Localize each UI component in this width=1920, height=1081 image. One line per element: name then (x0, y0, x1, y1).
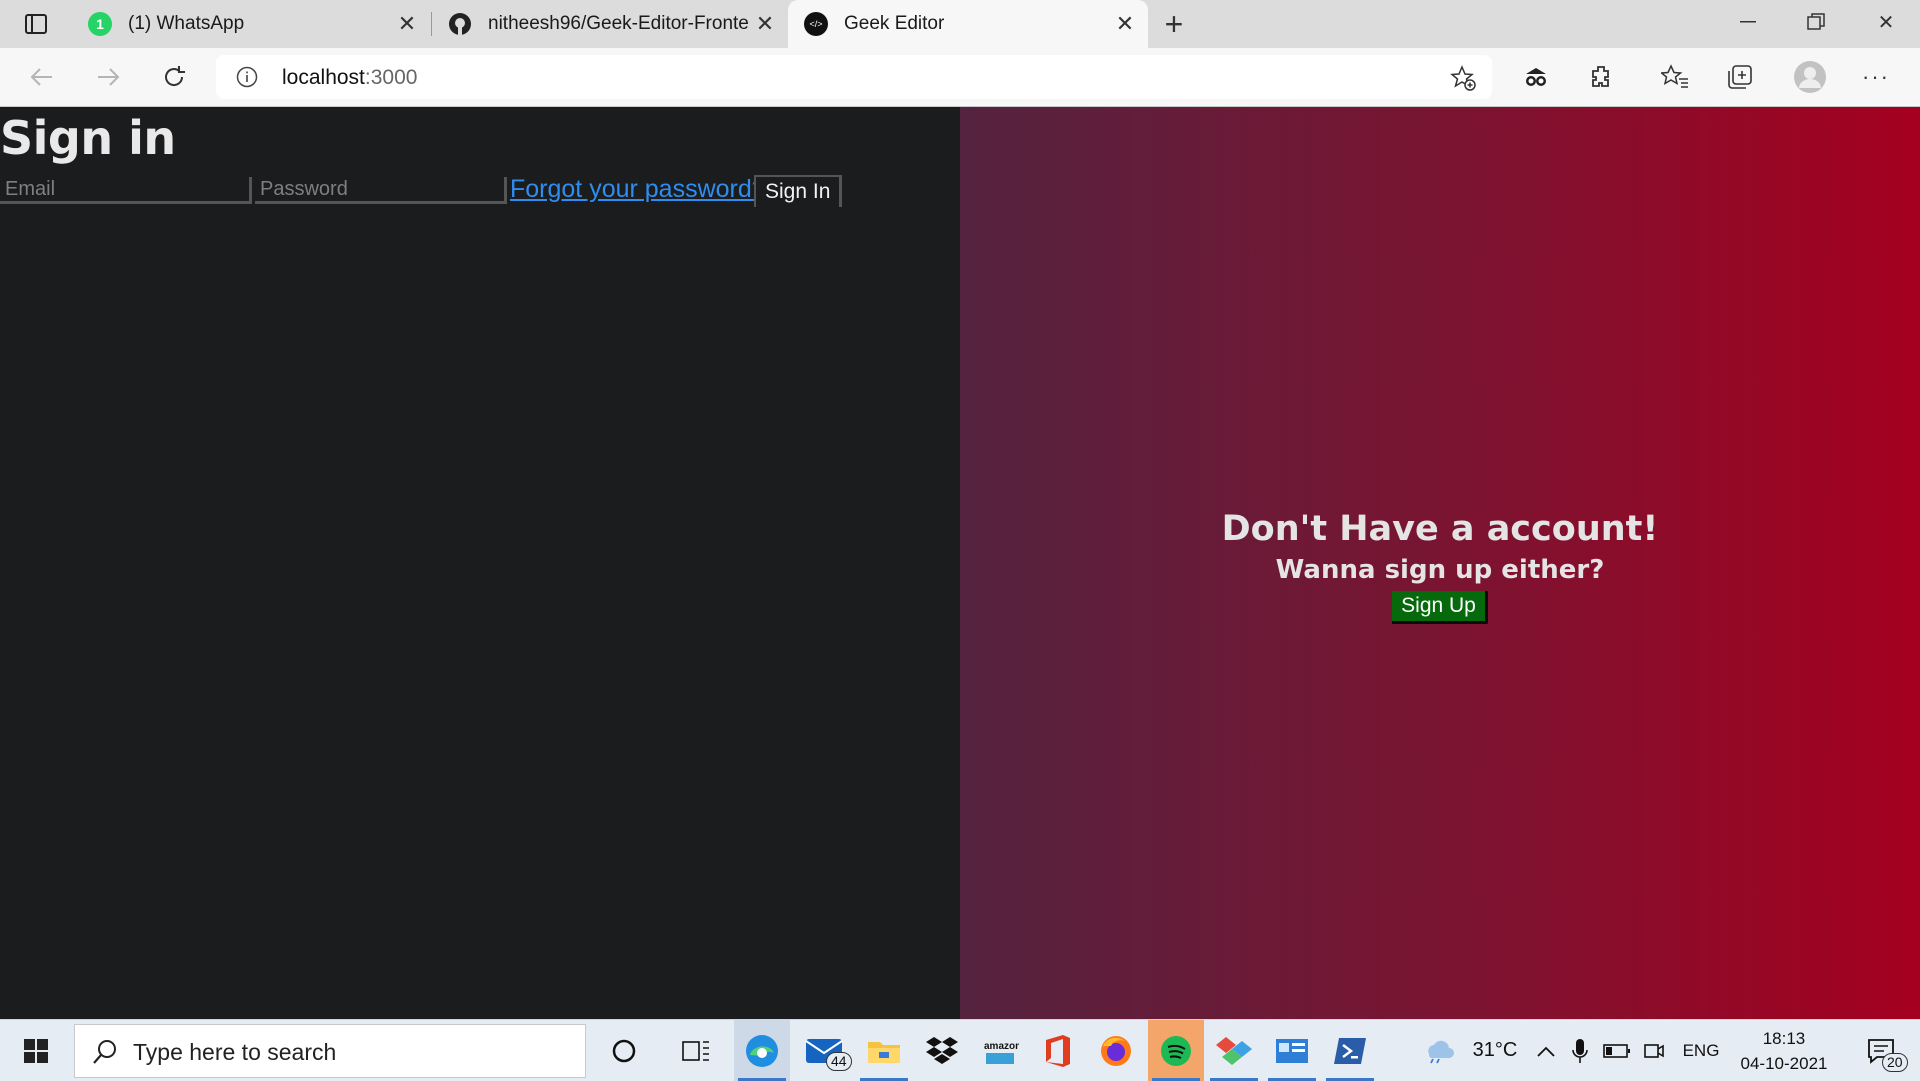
tab-whatsapp[interactable]: 1 (1) WhatsApp ✕ (72, 0, 430, 48)
add-favorite-icon[interactable] (1450, 65, 1476, 91)
more-options-icon[interactable]: ··· (1860, 61, 1892, 93)
weather-temperature[interactable]: 31°C (1462, 1020, 1528, 1081)
url-host: localhost (282, 66, 365, 89)
url-port: :3000 (364, 66, 418, 89)
battery-icon[interactable] (1600, 1020, 1634, 1081)
control-panel-icon[interactable] (1264, 1020, 1320, 1081)
password-field[interactable] (255, 177, 507, 204)
back-icon[interactable] (24, 59, 60, 95)
tray-overflow-chevron-icon[interactable] (1532, 1020, 1560, 1081)
spotify-icon[interactable] (1148, 1020, 1204, 1081)
close-window-icon[interactable]: ✕ (1858, 0, 1914, 44)
signin-button[interactable]: Sign In (754, 175, 843, 207)
weather-icon[interactable] (1418, 1020, 1458, 1081)
close-tab-icon[interactable]: ✕ (750, 9, 780, 39)
profile-avatar-icon[interactable] (1792, 59, 1828, 95)
close-tab-icon[interactable]: ✕ (1110, 9, 1140, 39)
clock[interactable]: 18:13 04-10-2021 (1736, 1026, 1832, 1076)
page-content: Sign in Forgot your password? Sign In Do… (0, 107, 1920, 1019)
signup-panel: Don't Have a account! Wanna sign up eith… (960, 107, 1920, 1019)
new-tab-icon[interactable]: + (1158, 8, 1190, 41)
signup-cta: Don't Have a account! Wanna sign up eith… (960, 509, 1920, 624)
dropbox-icon[interactable] (914, 1020, 970, 1081)
clock-date: 04-10-2021 (1740, 1054, 1828, 1073)
signup-heading: Don't Have a account! (1221, 509, 1659, 549)
address-bar[interactable]: localhost:3000 (216, 55, 1492, 99)
task-view-icon[interactable] (668, 1020, 724, 1081)
site-info-icon[interactable] (236, 66, 258, 88)
tab-label: (1) WhatsApp (128, 13, 245, 34)
minimize-icon[interactable] (1720, 0, 1776, 44)
notification-count-badge: 20 (1882, 1053, 1908, 1072)
cortana-icon[interactable] (596, 1020, 652, 1081)
mail-icon[interactable]: 44 (796, 1020, 852, 1081)
collections-icon[interactable] (1724, 61, 1756, 93)
tab-github[interactable]: nitheesh96/Geek-Editor-Frontend ✕ (432, 0, 788, 48)
edge-browser-icon[interactable] (734, 1020, 790, 1081)
signup-button[interactable]: Sign Up (1392, 591, 1488, 624)
signin-title: Sign in (0, 111, 176, 165)
kite-app-icon[interactable] (1206, 1020, 1262, 1081)
windows-taskbar: Type here to search 44 amazon 31°C ENG 1… (0, 1019, 1920, 1081)
tab-label: Geek Editor (844, 13, 945, 34)
close-tab-icon[interactable]: ✕ (392, 9, 422, 39)
extension-spy-icon[interactable] (1520, 61, 1552, 93)
favorites-icon[interactable] (1659, 61, 1691, 93)
signin-panel: Sign in Forgot your password? Sign In (0, 107, 960, 1019)
microphone-icon[interactable] (1566, 1020, 1594, 1081)
url-text: localhost:3000 (282, 66, 417, 90)
search-placeholder: Type here to search (133, 1039, 337, 1065)
file-explorer-icon[interactable] (856, 1020, 912, 1081)
powershell-icon[interactable] (1322, 1020, 1378, 1081)
tab-actions-icon[interactable] (16, 10, 56, 38)
amazon-icon[interactable]: amazon (972, 1020, 1028, 1081)
extensions-icon[interactable] (1585, 61, 1617, 93)
svg-text:amazon: amazon (984, 1041, 1019, 1052)
email-field[interactable] (0, 177, 252, 204)
start-windows-icon[interactable] (8, 1020, 64, 1081)
notifications-icon[interactable]: 20 (1856, 1020, 1908, 1081)
whatsapp-icon: 1 (88, 12, 112, 36)
reload-icon[interactable] (156, 59, 192, 95)
tab-geek-editor[interactable]: </> Geek Editor ✕ (788, 0, 1148, 48)
language-indicator[interactable]: ENG (1676, 1020, 1726, 1081)
taskbar-search-input[interactable]: Type here to search (74, 1024, 586, 1078)
signup-subheading: Wanna sign up either? (1275, 555, 1605, 585)
forgot-password-link[interactable]: Forgot your password? (510, 175, 766, 204)
office-icon[interactable] (1030, 1020, 1086, 1081)
clock-time: 18:13 (1762, 1029, 1806, 1048)
browser-tab-strip: 1 (1) WhatsApp ✕ nitheesh96/Geek-Editor-… (0, 0, 1920, 48)
firefox-icon[interactable] (1088, 1020, 1144, 1081)
restore-icon[interactable] (1788, 0, 1844, 44)
camera-icon[interactable] (1638, 1020, 1670, 1081)
search-icon (91, 1038, 119, 1066)
forward-icon[interactable] (90, 59, 126, 95)
geek-editor-icon: </> (804, 12, 828, 36)
tab-label: nitheesh96/Geek-Editor-Frontend (488, 13, 750, 34)
github-icon (448, 12, 472, 36)
mail-badge: 44 (826, 1052, 852, 1071)
browser-toolbar: localhost:3000 ··· (0, 48, 1920, 108)
